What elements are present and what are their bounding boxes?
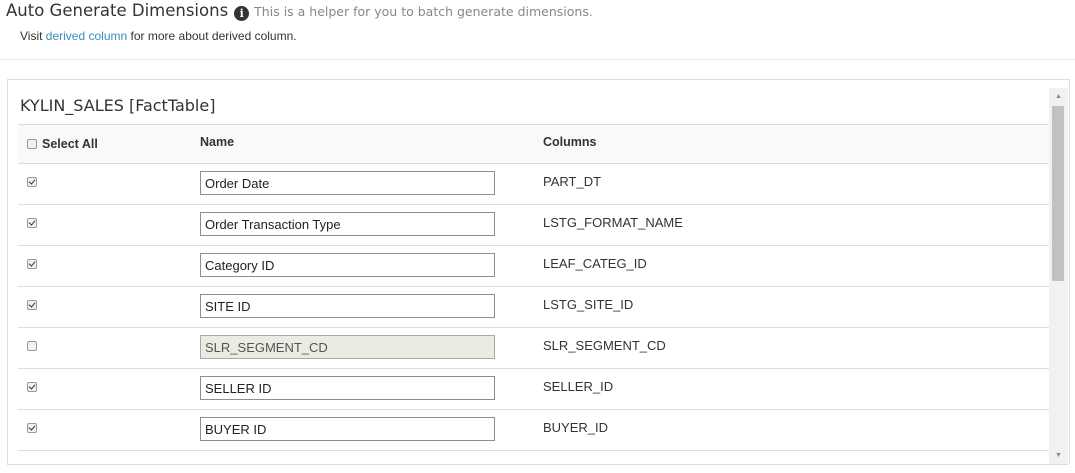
page-title: Auto Generate Dimensions [6, 1, 229, 20]
row-checkbox[interactable] [27, 341, 37, 351]
select-all-checkbox[interactable] [27, 139, 37, 149]
visit-prefix: Visit [20, 29, 43, 43]
row-checkbox-cell [27, 341, 37, 351]
column-name: LSTG_SITE_ID [543, 297, 634, 312]
column-name: BUYER_ID [543, 420, 609, 435]
title-row: Auto Generate Dimensions i This is a hel… [6, 1, 593, 21]
column-name: LEAF_CATEG_ID [543, 256, 647, 271]
helper-text: This is a helper for you to batch genera… [254, 4, 593, 19]
row-checkbox[interactable] [27, 382, 37, 392]
table-title: KYLIN_SALES [FactTable] [20, 96, 216, 115]
header-divider [0, 59, 1075, 60]
row-checkbox-cell [27, 423, 37, 433]
row-checkbox[interactable] [27, 177, 37, 187]
row-checkbox[interactable] [27, 300, 37, 310]
row-checkbox-cell [27, 300, 37, 310]
table-header-row: Select All Name Columns [18, 124, 1049, 164]
table-row: LEAF_CATEG_ID [18, 246, 1049, 287]
visit-suffix: for more about derived column. [130, 29, 297, 43]
table-row: LSTG_FORMAT_NAME [18, 205, 1049, 246]
dimension-name-input[interactable] [200, 335, 495, 359]
vertical-scrollbar[interactable]: ▲ ▼ [1049, 88, 1068, 464]
dimension-name-input[interactable] [200, 212, 495, 236]
columns-column-header: Columns [543, 135, 597, 149]
dimension-name-input[interactable] [200, 376, 495, 400]
page-header: Auto Generate Dimensions i This is a hel… [0, 0, 1075, 60]
dimension-name-input[interactable] [200, 171, 495, 195]
dimensions-panel[interactable]: KYLIN_SALES [FactTable] Select All Name … [7, 79, 1070, 464]
row-checkbox[interactable] [27, 218, 37, 228]
table-row: SLR_SEGMENT_CD [18, 328, 1049, 369]
visit-note: Visit derived column for more about deri… [20, 29, 297, 43]
column-name: SELLER_ID [543, 379, 614, 394]
dimension-name-input[interactable] [200, 417, 495, 441]
dimension-name-input[interactable] [200, 294, 495, 318]
derived-column-link[interactable]: derived column [46, 29, 127, 43]
row-checkbox[interactable] [27, 259, 37, 269]
row-checkbox-cell [27, 259, 37, 269]
info-icon[interactable]: i [234, 6, 250, 21]
select-all-control[interactable]: Select All [27, 137, 98, 151]
table-row: PART_DT [18, 164, 1049, 205]
row-checkbox-cell [27, 382, 37, 392]
row-checkbox-cell [27, 177, 37, 187]
name-column-header: Name [200, 135, 235, 149]
table-row: BUYER_ID [18, 410, 1049, 451]
column-name: SLR_SEGMENT_CD [543, 338, 666, 353]
column-name: LSTG_FORMAT_NAME [543, 215, 683, 230]
table-row: SELLER_ID [18, 369, 1049, 410]
scroll-down-arrow-icon[interactable]: ▼ [1049, 447, 1068, 464]
select-all-label: Select All [42, 137, 98, 151]
dimension-name-input[interactable] [200, 253, 495, 277]
scroll-up-arrow-icon[interactable]: ▲ [1049, 88, 1068, 105]
row-checkbox[interactable] [27, 423, 37, 433]
table-row: LSTG_SITE_ID [18, 287, 1049, 328]
panel-bottom-border [7, 464, 1068, 465]
scrollbar-thumb[interactable] [1052, 106, 1064, 281]
row-checkbox-cell [27, 218, 37, 228]
column-name: PART_DT [543, 174, 602, 189]
